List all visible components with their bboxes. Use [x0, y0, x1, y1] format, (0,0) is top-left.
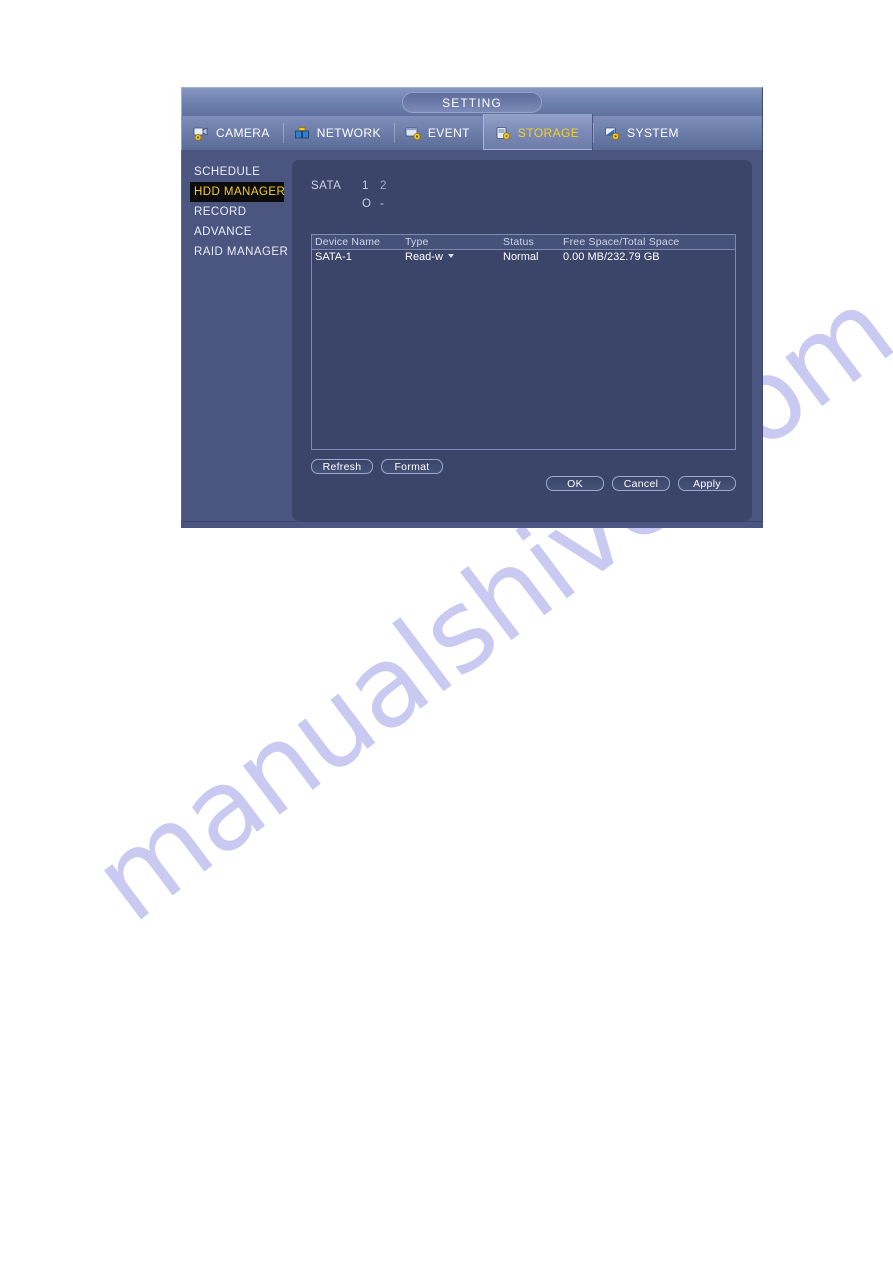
chevron-down-icon[interactable]: [447, 254, 454, 258]
page-title: SETTING: [402, 92, 542, 113]
tab-network-label: NETWORK: [316, 126, 381, 140]
sidebar-item-label: SCHEDULE: [194, 166, 261, 178]
sata-label: SATA: [311, 180, 342, 192]
column-header-status: Status: [503, 236, 534, 248]
sata-slot-1-state: O: [362, 198, 372, 210]
system-icon: [604, 126, 621, 141]
tab-system-label: SYSTEM: [627, 126, 679, 140]
sata-slot-2-number: 2: [380, 180, 387, 192]
left-button-group: Refresh Format: [311, 459, 443, 474]
sidebar-item-label: ADVANCE: [194, 226, 252, 238]
sidebar-item-label: RECORD: [194, 206, 247, 218]
column-header-type: Type: [405, 236, 429, 248]
cell-type[interactable]: Read-w: [402, 250, 500, 265]
storage-icon: [495, 126, 512, 141]
cell-device-name: SATA-1: [315, 251, 352, 263]
sidebar-item-hdd-manager[interactable]: HDD MANAGER: [190, 182, 286, 202]
cell-free-total-space: 0.00 MB/232.79 GB: [563, 251, 660, 263]
refresh-button[interactable]: Refresh: [311, 459, 373, 474]
ok-button[interactable]: OK: [546, 476, 604, 491]
tab-event-label: EVENT: [427, 126, 470, 140]
sata-slot-1-number: 1: [362, 180, 369, 192]
type-value: Read-w: [405, 251, 443, 263]
event-icon: [405, 126, 422, 141]
sidebar-item-label: HDD MANAGER: [194, 186, 286, 198]
right-button-group: OK Cancel Apply: [546, 476, 736, 491]
column-header-device-name: Device Name: [315, 236, 381, 248]
tab-camera[interactable]: CAMERA: [182, 116, 283, 150]
network-icon: [294, 126, 311, 141]
tab-camera-label: CAMERA: [216, 126, 270, 140]
content-panel: SATA 1 O 2 - Device Name Type Status Fre…: [292, 160, 752, 521]
dialog-body: SCHEDULE HDD MANAGER RECORD ADVANCE RAID…: [181, 150, 763, 522]
table-header-row: Device Name Type Status Free Space/Total…: [312, 235, 735, 250]
cell-status: Normal: [503, 251, 539, 263]
sata-slot-2-state: -: [380, 198, 385, 210]
sidebar-item-label: RAID MANAGER: [194, 246, 289, 258]
sidebar-item-advance[interactable]: ADVANCE: [190, 222, 284, 242]
camera-icon: [193, 126, 210, 141]
hdd-table: Device Name Type Status Free Space/Total…: [311, 234, 736, 450]
dialog-title-bar: SETTING: [181, 87, 763, 116]
tab-storage-label: STORAGE: [517, 126, 580, 140]
setting-dialog: SETTING CAMERA NETWORK EVENT STORAGE SYS…: [181, 87, 763, 528]
tab-storage[interactable]: STORAGE: [482, 114, 594, 150]
tab-system[interactable]: SYSTEM: [593, 116, 692, 150]
sidebar-item-record[interactable]: RECORD: [190, 202, 284, 222]
table-row[interactable]: SATA-1 Read-w Normal 0.00 MB/232.79 GB: [312, 250, 735, 265]
cancel-button[interactable]: Cancel: [612, 476, 670, 491]
tab-network[interactable]: NETWORK: [282, 116, 394, 150]
tab-event[interactable]: EVENT: [393, 116, 483, 150]
apply-button[interactable]: Apply: [678, 476, 736, 491]
sidebar-item-schedule[interactable]: SCHEDULE: [190, 162, 284, 182]
format-button[interactable]: Format: [381, 459, 443, 474]
sidebar-item-raid-manager[interactable]: RAID MANAGER: [190, 242, 288, 262]
sidebar: SCHEDULE HDD MANAGER RECORD ADVANCE RAID…: [182, 150, 292, 521]
tab-strip: CAMERA NETWORK EVENT STORAGE SYSTEM: [181, 114, 763, 150]
column-header-free-space: Free Space/Total Space: [563, 236, 680, 248]
